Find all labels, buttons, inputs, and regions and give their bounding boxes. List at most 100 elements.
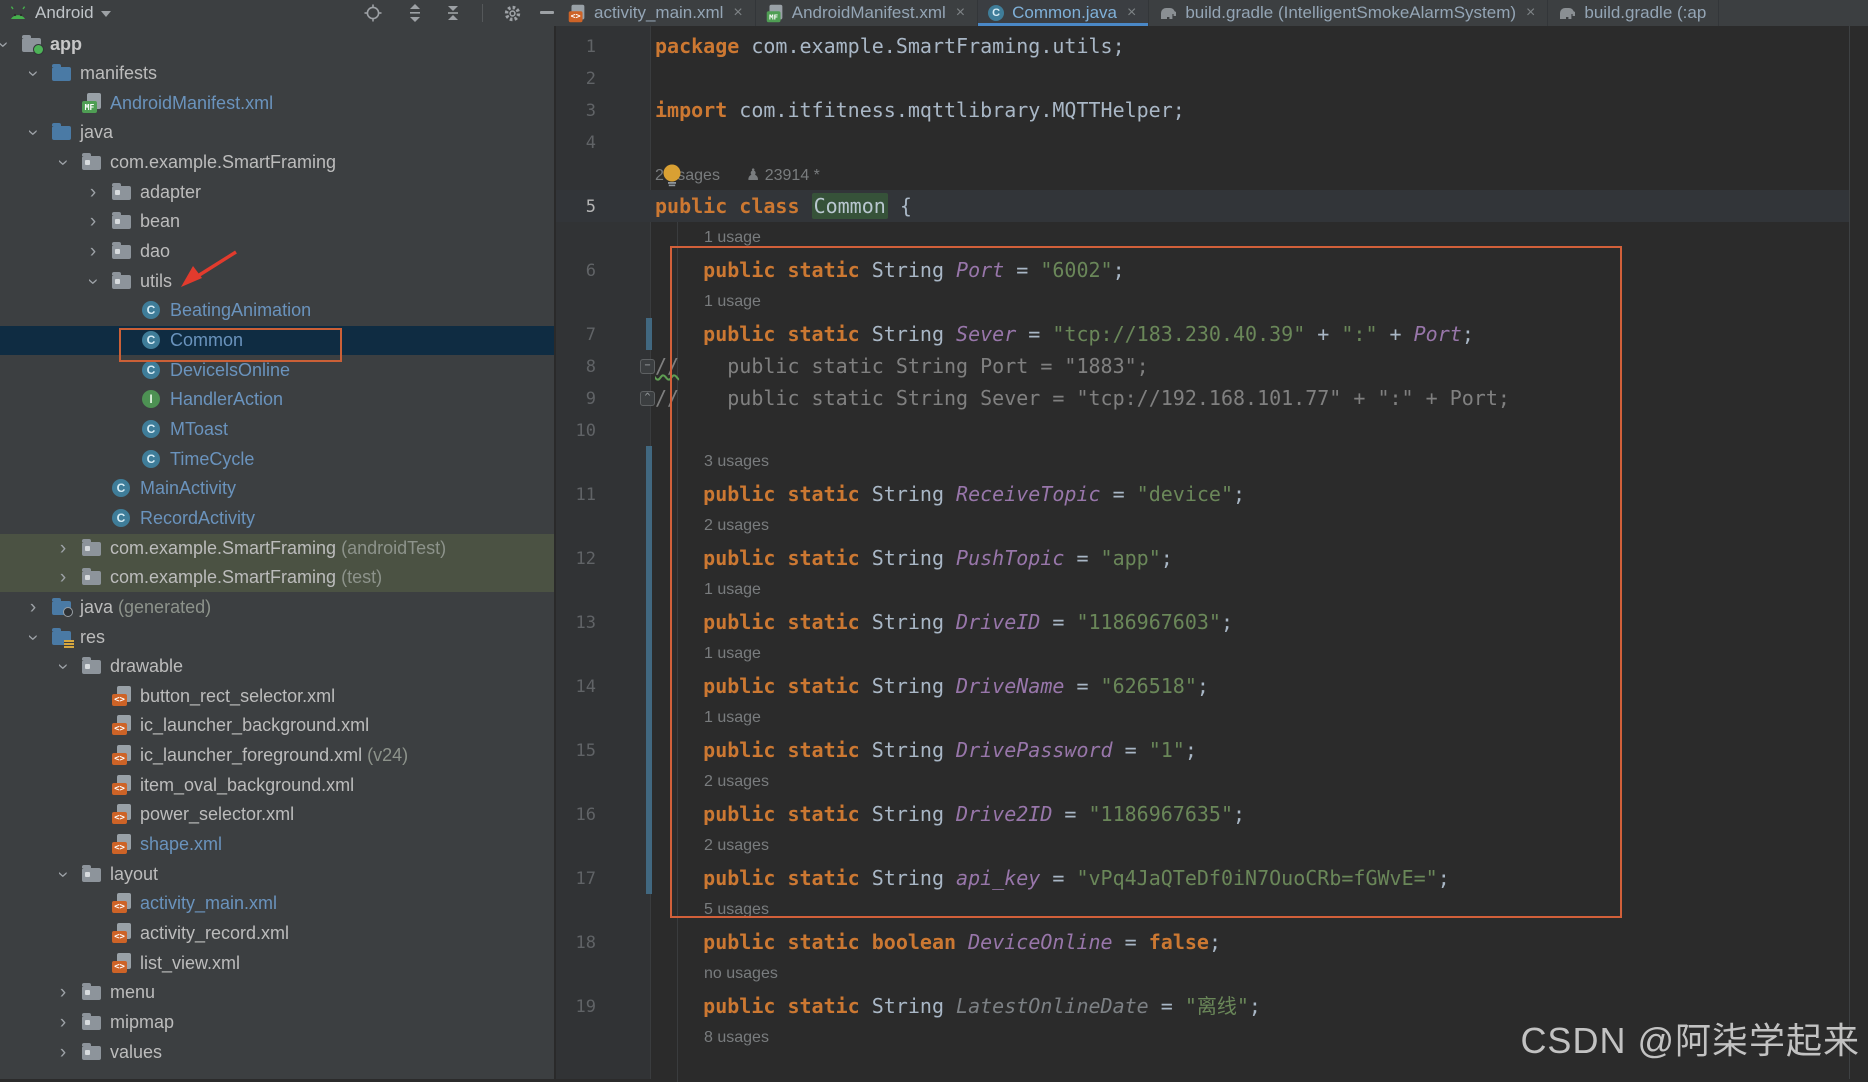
usages-inlay-hint[interactable]: 5 usages bbox=[704, 901, 769, 919]
tree-item-list-view-xml[interactable]: <>list_view.xml bbox=[0, 949, 554, 978]
chevron-expanded-icon[interactable]: › bbox=[54, 660, 73, 674]
target-icon[interactable] bbox=[362, 2, 384, 24]
code-line-18[interactable]: public static boolean DeviceOnline = fal… bbox=[655, 926, 1221, 958]
chevron-expanded-icon[interactable]: › bbox=[54, 156, 73, 170]
chevron-collapsed-icon[interactable]: › bbox=[86, 183, 100, 202]
close-tab-icon[interactable]: × bbox=[1127, 5, 1136, 21]
tree-item-mipmap[interactable]: ›mipmap bbox=[0, 1008, 554, 1037]
tree-item-res[interactable]: ›res bbox=[0, 623, 554, 652]
tree-item-app[interactable]: ›app bbox=[0, 30, 554, 59]
code-line-8[interactable]: // public static String Port = "1883"; bbox=[655, 350, 1149, 382]
tree-item-beatinganimation[interactable]: CBeatingAnimation bbox=[0, 296, 554, 325]
tree-item-devicelsonline[interactable]: CDevicelsOnline bbox=[0, 356, 554, 385]
chevron-collapsed-icon[interactable]: › bbox=[56, 983, 70, 1002]
code-line-17[interactable]: public static String api_key = "vPq4JaQT… bbox=[655, 862, 1450, 894]
tree-item-utils[interactable]: ›utils bbox=[0, 267, 554, 296]
tree-item-com-example-smartframing[interactable]: ›com.example.SmartFraming bbox=[0, 148, 554, 177]
chevron-collapsed-icon[interactable]: › bbox=[86, 242, 100, 261]
code-line-13[interactable]: public static String DriveID = "11869676… bbox=[655, 606, 1233, 638]
usages-inlay-hint[interactable]: 2 usages bbox=[704, 837, 769, 855]
tree-item-common[interactable]: CCommon bbox=[0, 326, 554, 355]
tree-item-handleraction[interactable]: IHandlerAction bbox=[0, 385, 554, 414]
tree-item-dao[interactable]: ›dao bbox=[0, 237, 554, 266]
tree-item-manifests[interactable]: ›manifests bbox=[0, 59, 554, 88]
code-line-9[interactable]: // public static String Sever = "tcp://1… bbox=[655, 382, 1510, 414]
chevron-collapsed-icon[interactable]: › bbox=[26, 598, 40, 617]
tree-item-values[interactable]: ›values bbox=[0, 1038, 554, 1067]
tree-item-adapter[interactable]: ›adapter bbox=[0, 178, 554, 207]
fold-end-icon[interactable]: ^ bbox=[640, 391, 655, 406]
tab-androidmanifest-xml[interactable]: MFAndroidManifest.xml× bbox=[756, 0, 978, 26]
tree-item-timecycle[interactable]: CTimeCycle bbox=[0, 445, 554, 474]
code-line-5[interactable]: public class Common { bbox=[655, 190, 912, 222]
chevron-expanded-icon[interactable]: › bbox=[24, 631, 43, 645]
chevron-expanded-icon[interactable]: › bbox=[0, 38, 13, 52]
tree-item-mtoast[interactable]: CMToast bbox=[0, 415, 554, 444]
code-editor[interactable]: 1package com.example.SmartFraming.utils;… bbox=[556, 26, 1868, 1079]
tree-item-ic-launcher-foreground-xml[interactable]: <>ic_launcher_foreground.xml (v24) bbox=[0, 741, 554, 770]
tree-item-menu[interactable]: ›menu bbox=[0, 978, 554, 1007]
chevron-collapsed-icon[interactable]: › bbox=[56, 539, 70, 558]
tree-item-bean[interactable]: ›bean bbox=[0, 207, 554, 236]
chevron-expanded-icon[interactable]: › bbox=[54, 868, 73, 882]
hide-panel-icon[interactable] bbox=[536, 2, 558, 24]
close-tab-icon[interactable]: × bbox=[956, 5, 965, 21]
code-line-16[interactable]: public static String Drive2ID = "1186967… bbox=[655, 798, 1245, 830]
tab-build-gradle-intelligentsmokealarmsystem-[interactable]: build.gradle (IntelligentSmokeAlarmSyste… bbox=[1149, 0, 1548, 26]
usages-inlay-hint[interactable]: 8 usages bbox=[704, 1029, 769, 1047]
close-tab-icon[interactable]: × bbox=[733, 5, 742, 21]
chevron-expanded-icon[interactable]: › bbox=[84, 275, 103, 289]
tree-item-layout[interactable]: ›layout bbox=[0, 860, 554, 889]
chevron-collapsed-icon[interactable]: › bbox=[56, 568, 70, 587]
project-view-selector[interactable]: Android bbox=[8, 3, 111, 23]
usages-inlay-hint[interactable]: no usages bbox=[704, 965, 778, 983]
collapse-all-icon[interactable] bbox=[442, 2, 464, 24]
tree-item-com-example-smartframing[interactable]: ›com.example.SmartFraming (androidTest) bbox=[0, 534, 554, 563]
tree-item-item-oval-background-xml[interactable]: <>item_oval_background.xml bbox=[0, 771, 554, 800]
code-line-14[interactable]: public static String DriveName = "626518… bbox=[655, 670, 1209, 702]
tree-item-java[interactable]: ›java (generated) bbox=[0, 593, 554, 622]
chevron-expanded-icon[interactable]: › bbox=[24, 67, 43, 81]
tab-activity-main-xml[interactable]: <>activity_main.xml× bbox=[558, 0, 756, 26]
tree-item-mainactivity[interactable]: CMainActivity bbox=[0, 474, 554, 503]
usages-inlay-hint[interactable]: 2 usages bbox=[704, 773, 769, 791]
tree-item-shape-xml[interactable]: <>shape.xml bbox=[0, 830, 554, 859]
usages-inlay-hint[interactable]: 2 usages bbox=[704, 517, 769, 535]
usages-inlay-hint[interactable]: 1 usage bbox=[704, 645, 761, 663]
author-inlay-hint[interactable]: ♟ 23914 bbox=[746, 167, 814, 184]
project-tree-panel[interactable]: ›app›manifestsMFAndroidManifest.xml›java… bbox=[0, 26, 554, 1079]
code-line-12[interactable]: public static String PushTopic = "app"; bbox=[655, 542, 1173, 574]
code-line-15[interactable]: public static String DrivePassword = "1"… bbox=[655, 734, 1197, 766]
tree-item-button-rect-selector-xml[interactable]: <>button_rect_selector.xml bbox=[0, 682, 554, 711]
tree-item-androidmanifest-xml[interactable]: MFAndroidManifest.xml bbox=[0, 89, 554, 118]
intention-bulb-icon[interactable] bbox=[661, 163, 683, 187]
chevron-collapsed-icon[interactable]: › bbox=[56, 1013, 70, 1032]
usages-inlay-hint[interactable]: 1 usage bbox=[704, 581, 761, 599]
usages-inlay-hint[interactable]: 3 usages bbox=[704, 453, 769, 471]
editor-scrollbar-track[interactable] bbox=[1849, 26, 1850, 1079]
code-line-7[interactable]: public static String Sever = "tcp://183.… bbox=[655, 318, 1474, 350]
chevron-collapsed-icon[interactable]: › bbox=[56, 1043, 70, 1062]
code-line-3[interactable]: import com.itfitness.mqttlibrary.MQTTHel… bbox=[655, 94, 1185, 126]
tree-item-drawable[interactable]: ›drawable bbox=[0, 652, 554, 681]
tree-item-activity-main-xml[interactable]: <>activity_main.xml bbox=[0, 889, 554, 918]
settings-gear-icon[interactable] bbox=[501, 2, 523, 24]
tree-item-com-example-smartframing[interactable]: ›com.example.SmartFraming (test) bbox=[0, 563, 554, 592]
fold-start-icon[interactable]: − bbox=[640, 359, 655, 374]
usages-inlay-hint[interactable]: 1 usage bbox=[704, 229, 761, 247]
chevron-expanded-icon[interactable]: › bbox=[24, 126, 43, 140]
tab-build-gradle-ap[interactable]: build.gradle (:ap bbox=[1548, 0, 1719, 26]
usages-inlay-hint[interactable]: 1 usage bbox=[704, 293, 761, 311]
tree-item-power-selector-xml[interactable]: <>power_selector.xml bbox=[0, 800, 554, 829]
code-line-19[interactable]: public static String LatestOnlineDate = … bbox=[655, 990, 1261, 1022]
code-line-1[interactable]: package com.example.SmartFraming.utils; bbox=[655, 30, 1125, 62]
tree-item-recordactivity[interactable]: CRecordActivity bbox=[0, 504, 554, 533]
tab-common-java[interactable]: CCommon.java× bbox=[978, 0, 1149, 26]
tree-item-activity-record-xml[interactable]: <>activity_record.xml bbox=[0, 919, 554, 948]
code-line-6[interactable]: public static String Port = "6002"; bbox=[655, 254, 1125, 286]
tree-item-java[interactable]: ›java bbox=[0, 118, 554, 147]
code-line-11[interactable]: public static String ReceiveTopic = "dev… bbox=[655, 478, 1245, 510]
chevron-collapsed-icon[interactable]: › bbox=[86, 212, 100, 231]
close-tab-icon[interactable]: × bbox=[1526, 5, 1535, 21]
expand-all-icon[interactable] bbox=[404, 2, 426, 24]
